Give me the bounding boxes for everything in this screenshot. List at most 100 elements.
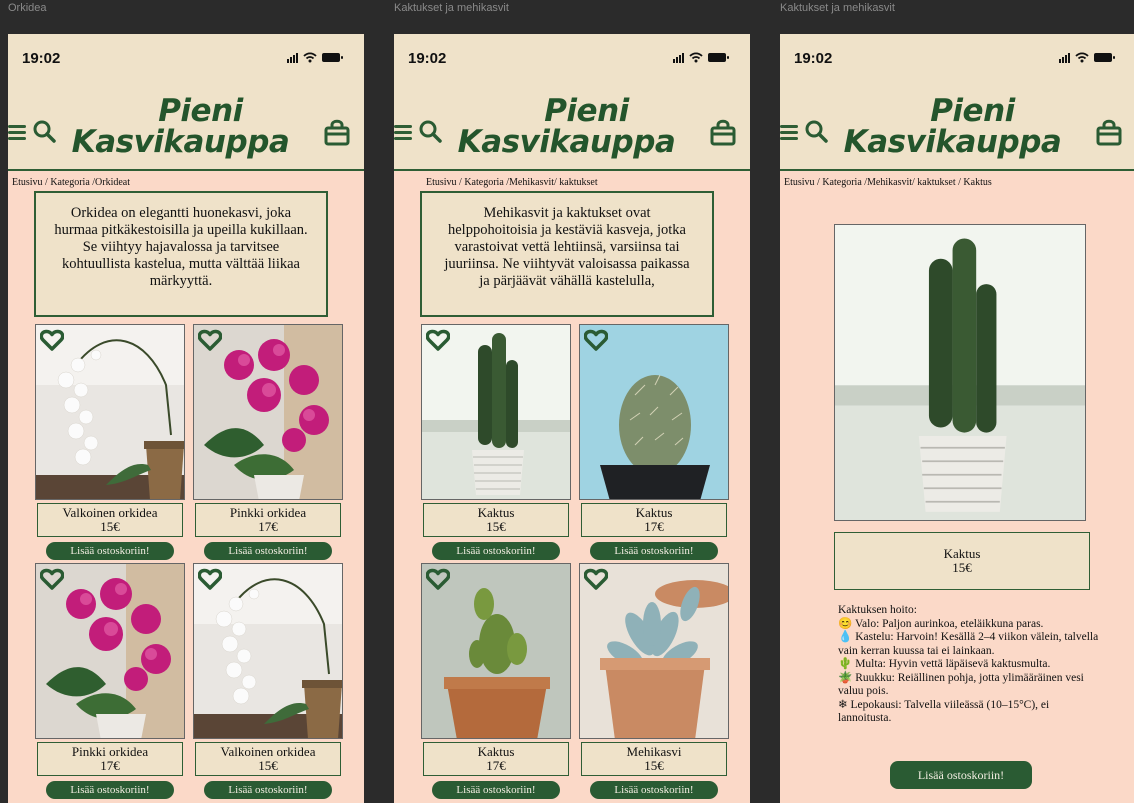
battery-icon	[322, 53, 343, 62]
product-image[interactable]	[35, 563, 185, 739]
signal-icon	[1059, 52, 1070, 63]
product-name: Valkoinen orkidea	[62, 505, 158, 520]
add-to-cart-button[interactable]: Lisää ostoskoriin!	[46, 781, 174, 799]
care-instructions: Kaktuksen hoito: 😊 Valo: Paljon aurinkoa…	[838, 604, 1103, 726]
search-icon[interactable]	[804, 119, 828, 143]
product-card[interactable]: Valkoinen orkidea 15€ Lisää ostoskoriin!	[193, 563, 343, 799]
product-image[interactable]	[579, 563, 729, 739]
signal-icon	[287, 52, 298, 63]
product-price: 15€	[486, 519, 506, 534]
battery-icon	[1094, 53, 1115, 62]
shop-logo[interactable]: Pieni Kasvikauppa	[68, 96, 293, 158]
search-icon[interactable]	[32, 119, 56, 143]
product-name: Pinkki orkidea	[71, 744, 149, 759]
add-to-cart-button[interactable]: Lisää ostoskoriin!	[432, 781, 560, 799]
heart-icon[interactable]	[584, 329, 608, 351]
care-item: 💧 Kastelu: Harvoin! Kesällä 2–4 viikon v…	[838, 631, 1099, 657]
heart-icon[interactable]	[198, 329, 222, 351]
plant-icon: 🌵	[838, 658, 853, 670]
product-image[interactable]	[35, 324, 185, 500]
product-price: 15€	[258, 758, 278, 773]
add-to-cart-button[interactable]: Lisää ostoskoriin!	[432, 542, 560, 560]
product-image[interactable]	[579, 324, 729, 500]
heart-icon[interactable]	[40, 329, 64, 351]
product-card[interactable]: Pinkki orkidea 17€ Lisää ostoskoriin!	[193, 324, 343, 560]
app-header: 19:02 Pieni Kasvikauppa	[780, 34, 1134, 171]
care-item: 🌵 Multa: Hyvin vettä läpäisevä kaktusmul…	[838, 658, 1051, 670]
heart-icon[interactable]	[198, 568, 222, 590]
pot-icon: 🪴	[838, 671, 853, 684]
heart-icon[interactable]	[40, 568, 64, 590]
product-name: Pinkki orkidea	[229, 505, 307, 520]
status-time: 19:02	[22, 50, 61, 67]
product-label: Valkoinen orkidea 15€	[195, 742, 341, 776]
product-price: 17€	[486, 758, 506, 773]
shopping-bag-icon[interactable]	[322, 117, 352, 147]
menu-icon[interactable]	[780, 122, 798, 142]
product-image	[834, 224, 1086, 521]
heart-icon[interactable]	[426, 329, 450, 351]
shop-logo[interactable]: Pieni Kasvikauppa	[840, 96, 1065, 158]
phone-screen-cacti: 19:02 Pieni Kasvikauppa Etusivu / Kategor…	[394, 34, 750, 803]
product-card[interactable]: Kaktus 15€ Lisää ostoskoriin!	[421, 324, 571, 560]
product-card[interactable]: Kaktus 17€ Lisää ostoskoriin!	[579, 324, 729, 560]
add-to-cart-button[interactable]: Lisää ostoskoriin!	[204, 781, 332, 799]
product-card[interactable]: Pinkki orkidea 17€ Lisää ostoskoriin!	[35, 563, 185, 799]
frame-title: Kaktukset ja mehikasvit	[394, 2, 509, 14]
product-label: Pinkki orkidea 17€	[195, 503, 341, 537]
add-to-cart-button[interactable]: Lisää ostoskoriin!	[46, 542, 174, 560]
add-to-cart-button[interactable]: Lisää ostoskoriin!	[590, 542, 718, 560]
shop-logo[interactable]: Pieni Kasvikauppa	[454, 96, 679, 158]
category-description: Mehikasvit ja kaktukset ovat helppohoito…	[420, 191, 714, 317]
status-icons	[1059, 52, 1115, 63]
product-card[interactable]: Mehikasvi 15€ Lisää ostoskoriin!	[579, 563, 729, 799]
add-to-cart-button[interactable]: Lisää ostoskoriin!	[204, 542, 332, 560]
product-label: Kaktus 15€	[423, 503, 569, 537]
status-time: 19:02	[408, 50, 447, 67]
status-time: 19:02	[794, 50, 833, 67]
shopping-bag-icon[interactable]	[708, 117, 738, 147]
signal-icon	[673, 52, 684, 63]
product-name: Mehikasvi	[626, 744, 682, 759]
app-header: 19:02 Pieni Kasvikauppa	[394, 34, 750, 171]
product-price: 17€	[258, 519, 278, 534]
care-item: ❄ Lepokausi: Talvella viileässä (10–15°C…	[838, 698, 1050, 725]
product-name: Kaktus	[635, 505, 673, 520]
wifi-icon	[1075, 52, 1089, 63]
app-header: 19:02 Pieni Kasvikauppa	[8, 34, 364, 171]
water-drop-icon: 💧	[838, 631, 853, 643]
care-item: 😊 Valo: Paljon aurinkoa, eteläikkuna par…	[838, 617, 1044, 630]
product-image[interactable]	[421, 563, 571, 739]
breadcrumb[interactable]: Etusivu / Kategoria /Mehikasvit/ kaktuks…	[426, 177, 598, 188]
product-label: Mehikasvi 15€	[581, 742, 727, 776]
product-image[interactable]	[193, 563, 343, 739]
product-label: Valkoinen orkidea 15€	[37, 503, 183, 537]
product-label: Kaktus 17€	[581, 503, 727, 537]
product-card[interactable]: Kaktus 17€ Lisää ostoskoriin!	[421, 563, 571, 799]
frame-title: Orkidea	[8, 2, 47, 14]
battery-icon	[708, 53, 729, 62]
product-name: Kaktus	[477, 505, 515, 520]
menu-icon[interactable]	[394, 122, 412, 142]
add-to-cart-button[interactable]: Lisää ostoskoriin!	[590, 781, 718, 799]
product-card[interactable]: Valkoinen orkidea 15€ Lisää ostoskoriin!	[35, 324, 185, 560]
snowflake-icon: ❄	[838, 698, 848, 711]
wifi-icon	[303, 52, 317, 63]
product-image[interactable]	[193, 324, 343, 500]
product-label: Kaktus 17€	[423, 742, 569, 776]
care-title: Kaktuksen hoito:	[838, 604, 917, 616]
search-icon[interactable]	[418, 119, 442, 143]
shopping-bag-icon[interactable]	[1094, 117, 1124, 147]
product-price: 17€	[100, 758, 120, 773]
add-to-cart-button[interactable]: Lisää ostoskoriin!	[890, 761, 1032, 789]
heart-icon[interactable]	[584, 568, 608, 590]
breadcrumb[interactable]: Etusivu / Kategoria /Orkideat	[12, 177, 130, 188]
breadcrumb[interactable]: Etusivu / Kategoria /Mehikasvit/ kaktuks…	[784, 177, 992, 188]
heart-icon[interactable]	[426, 568, 450, 590]
product-name: Kaktus	[943, 546, 981, 561]
phone-screen-product-detail: 19:02 Pieni Kasvikauppa Etusivu / Kategor…	[780, 34, 1134, 803]
product-name: Valkoinen orkidea	[220, 744, 316, 759]
product-label: Pinkki orkidea 17€	[37, 742, 183, 776]
menu-icon[interactable]	[8, 122, 26, 142]
product-image[interactable]	[421, 324, 571, 500]
